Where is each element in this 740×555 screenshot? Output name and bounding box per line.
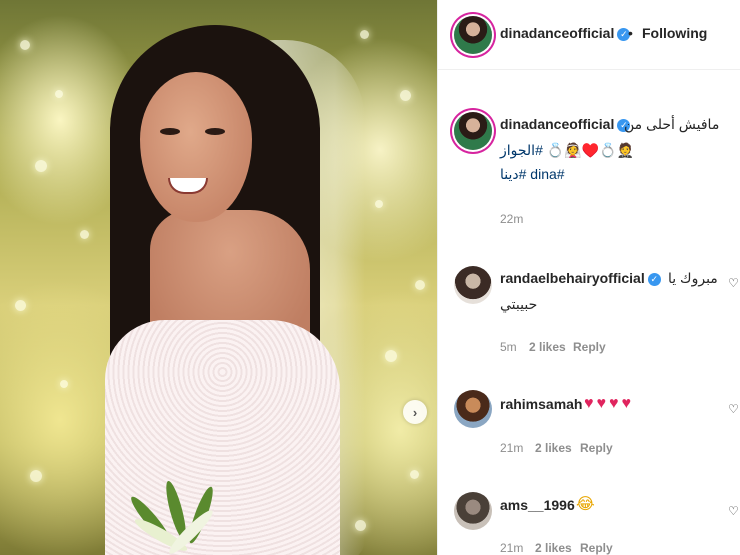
carousel-next-button[interactable]: › — [403, 400, 427, 424]
comment-like-heart-icon[interactable]: ♡ — [728, 276, 739, 290]
comment-reply-button[interactable]: Reply — [580, 541, 613, 555]
comment-avatar[interactable] — [454, 266, 492, 304]
comment-like-heart-icon[interactable]: ♡ — [728, 402, 739, 416]
comment-reply-button[interactable]: Reply — [573, 340, 606, 354]
author-username[interactable]: dinadanceofficial ✓ — [500, 25, 631, 41]
comment-likes[interactable]: 2 likes — [529, 340, 566, 354]
comment-likes[interactable]: 2 likes — [535, 441, 572, 455]
bokeh-light — [415, 280, 425, 290]
bokeh-light — [35, 160, 47, 172]
comment-text: مبروك يا — [668, 270, 718, 286]
comment-reply-button[interactable]: Reply — [580, 441, 613, 455]
bokeh-light — [410, 470, 419, 479]
bokeh-light — [55, 90, 63, 98]
post-photo[interactable]: › — [0, 0, 437, 555]
post-time[interactable]: 22m — [500, 212, 523, 226]
following-button[interactable]: Following — [642, 25, 707, 41]
comment-avatar[interactable] — [454, 390, 492, 428]
post-header: dinadanceofficial ✓ • Following — [438, 0, 740, 70]
caption-author-username[interactable]: dinadanceofficial ✓ — [500, 116, 631, 132]
caption-author-avatar[interactable] — [454, 112, 492, 150]
caption-emojis-hashtag[interactable]: 🤵💍♥️👰💍 #الجواز — [500, 140, 634, 160]
post-side-panel: dinadanceofficial ✓ • Following dinadance… — [437, 0, 740, 555]
bokeh-light — [400, 90, 411, 101]
comment-like-heart-icon[interactable]: ♡ — [728, 504, 739, 518]
chevron-right-icon: › — [412, 404, 418, 420]
verified-badge-icon: ✓ — [647, 273, 661, 286]
comment-username[interactable]: randaelbehairyofficial ✓ — [500, 270, 661, 286]
comment-time[interactable]: 21m — [500, 441, 523, 455]
eye — [160, 128, 180, 135]
comment-username[interactable]: rahimsamah — [500, 396, 582, 412]
comment-text-line2: حبيبتي — [500, 296, 538, 312]
comment-likes[interactable]: 2 likes — [535, 541, 572, 555]
comment-username[interactable]: ams__1996 — [500, 497, 575, 513]
bokeh-light — [15, 300, 26, 311]
bokeh-light — [385, 350, 397, 362]
bokeh-light — [60, 380, 68, 388]
bokeh-light — [20, 40, 30, 50]
caption-text: مافيش أحلى من — [624, 116, 720, 132]
comment-time[interactable]: 21m — [500, 541, 523, 555]
bokeh-light — [30, 470, 42, 482]
eye — [205, 128, 225, 135]
caption-hashtags[interactable]: #dina #دينا — [500, 166, 565, 183]
author-avatar[interactable] — [454, 16, 492, 54]
comment-avatar[interactable] — [454, 492, 492, 530]
comment-time[interactable]: 5m — [500, 340, 517, 354]
bokeh-light — [375, 200, 383, 208]
comment-emoji: 😂 — [576, 494, 595, 513]
bokeh-light — [360, 30, 369, 39]
bokeh-light — [80, 230, 89, 239]
comment-hearts: ♥♥♥♥ — [584, 395, 634, 412]
separator-dot: • — [628, 25, 633, 41]
bouquet — [127, 479, 235, 555]
